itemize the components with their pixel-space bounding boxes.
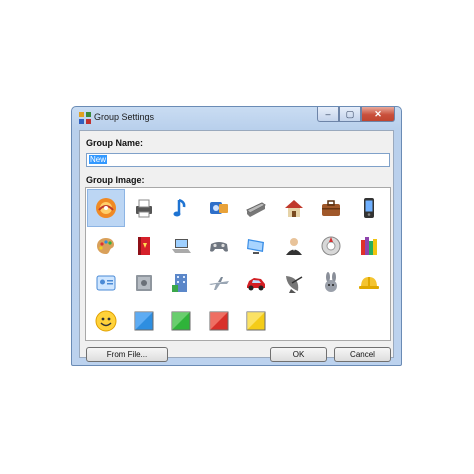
dialog-body: Group Name: New Group Image: From File..… — [79, 130, 394, 362]
group-image-option[interactable] — [313, 190, 349, 226]
group-image-option[interactable] — [201, 265, 237, 301]
window-title: Group Settings — [94, 112, 155, 122]
minimize-icon: – — [325, 109, 331, 119]
group-image-option[interactable] — [238, 228, 274, 264]
group-image-option[interactable] — [201, 303, 237, 339]
disc-drive-icon — [321, 236, 341, 255]
satellite-dish-icon — [285, 276, 302, 293]
group-image-option[interactable] — [238, 190, 274, 226]
group-image-option[interactable] — [163, 265, 199, 301]
music-note-icon — [173, 198, 186, 217]
group-settings-window: Group Settings – ▢ ✕ Group Name: New Gro… — [71, 106, 402, 366]
group-name-input[interactable]: New — [86, 153, 390, 167]
ok-button[interactable]: OK — [270, 347, 327, 362]
briefcase-icon — [322, 200, 340, 216]
group-image-option[interactable] — [351, 265, 387, 301]
group-image-option[interactable] — [126, 190, 162, 226]
red-swatch-icon — [209, 311, 228, 330]
group-image-option[interactable] — [351, 190, 387, 226]
yellow-swatch-icon — [246, 311, 266, 330]
group-image-option[interactable] — [276, 228, 312, 264]
cancel-button[interactable]: Cancel — [334, 347, 391, 362]
car-icon — [247, 278, 265, 291]
title-bar[interactable]: Group Settings – ▢ ✕ — [72, 107, 401, 129]
group-image-option[interactable] — [313, 265, 349, 301]
safe-icon — [135, 275, 152, 291]
mobile-phone-icon — [363, 198, 374, 218]
from-file-button[interactable]: From File... — [86, 347, 168, 362]
group-image-option[interactable] — [126, 303, 162, 339]
group-image-option[interactable] — [126, 265, 162, 301]
group-name-label: Group Name: — [86, 138, 144, 148]
blue-swatch-icon — [134, 311, 153, 330]
close-icon: ✕ — [374, 108, 382, 119]
id-card-icon — [96, 275, 116, 291]
paint-palette-icon — [97, 237, 114, 254]
media-player-icon — [209, 202, 228, 214]
group-image-option[interactable] — [238, 303, 274, 339]
smiley-icon — [95, 310, 117, 331]
printer-icon — [135, 199, 152, 218]
close-button[interactable]: ✕ — [361, 107, 395, 122]
group-image-label: Group Image: — [86, 175, 145, 185]
group-image-grid — [85, 187, 391, 341]
gamepad-icon — [209, 241, 228, 252]
maximize-button[interactable]: ▢ — [339, 107, 361, 122]
group-image-option[interactable] — [87, 189, 125, 227]
group-image-option[interactable] — [201, 190, 237, 226]
group-image-option[interactable] — [163, 190, 199, 226]
monitor-icon — [247, 238, 264, 254]
group-image-option[interactable] — [126, 228, 162, 264]
group-image-option[interactable] — [313, 228, 349, 264]
hard-hat-icon — [358, 277, 379, 289]
rabbit-icon — [325, 272, 337, 292]
group-image-option[interactable] — [88, 228, 124, 264]
airplane-icon — [208, 277, 229, 290]
contact-person-icon — [285, 237, 302, 255]
group-image-option[interactable] — [88, 265, 124, 301]
group-image-option[interactable] — [238, 265, 274, 301]
scanner-icon — [246, 202, 266, 217]
maximize-icon: ▢ — [345, 108, 355, 119]
group-image-option[interactable] — [276, 265, 312, 301]
green-swatch-icon — [171, 311, 191, 330]
group-image-option[interactable] — [163, 228, 199, 264]
minimize-button[interactable]: – — [317, 107, 339, 122]
group-image-option[interactable] — [351, 228, 387, 264]
group-name-value: New — [89, 155, 108, 164]
group-image-option[interactable] — [276, 190, 312, 226]
group-image-option[interactable] — [163, 303, 199, 339]
group-image-option[interactable] — [88, 303, 124, 339]
book-icon — [137, 236, 150, 255]
laptop-icon — [172, 238, 191, 253]
music-cd-icon — [96, 198, 116, 218]
group-settings-icon — [79, 112, 91, 124]
home-icon — [284, 200, 303, 217]
building-icon — [172, 274, 187, 292]
group-image-option[interactable] — [201, 228, 237, 264]
books-icon — [360, 236, 377, 255]
